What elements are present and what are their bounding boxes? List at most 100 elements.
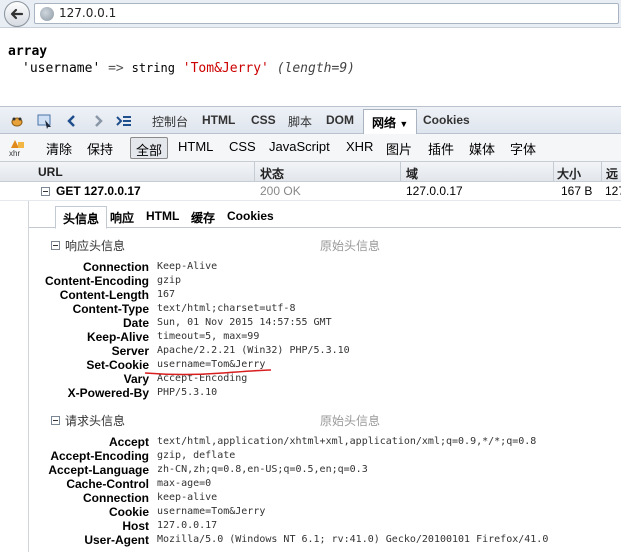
request-headers-title: 请求头信息 (65, 414, 126, 428)
chevron-right-icon[interactable] (90, 113, 106, 129)
chevron-down-icon: ▼ (399, 119, 409, 129)
filter-media-button[interactable]: 媒体 (469, 139, 495, 158)
request-row[interactable]: GET 127.0.0.17 200 OK 127.0.0.17 167 B 1… (0, 182, 621, 201)
header-value: Apache/2.2.21 (Win32) PHP/5.3.10 (157, 345, 350, 356)
header-name: X-Powered-By (67, 386, 149, 400)
header-row: Keep-Alive timeout=5, max=99 (29, 330, 621, 344)
header-row: Date Sun, 01 Nov 2015 14:57:55 GMT (29, 316, 621, 330)
header-value: keep-alive (157, 492, 218, 503)
header-row: Cookie username=Tom&Jerry (29, 505, 621, 519)
subtab-headers[interactable]: 头信息 (55, 206, 108, 229)
header-value: 167 (157, 289, 176, 300)
header-row: Host 127.0.0.17 (29, 519, 621, 533)
back-arrow-icon (10, 8, 24, 20)
header-value: max-age=0 (157, 478, 212, 489)
header-name: Cache-Control (66, 477, 149, 491)
header-row: Accept text/html,application/xhtml+xml,ap… (29, 435, 621, 449)
tab-cookies[interactable]: Cookies (423, 113, 470, 127)
dump-length: (length=9) (276, 61, 355, 76)
header-row: Vary Accept-Encoding (29, 372, 621, 386)
firebug-main-toolbar: 控制台 HTML CSS 脚本 DOM 网络 ▼ Cookies (0, 106, 621, 135)
request-status: 200 OK (260, 184, 301, 198)
header-row: Connection Keep-Alive (29, 260, 621, 274)
tab-html[interactable]: HTML (202, 113, 235, 127)
tab-net[interactable]: 网络 ▼ (363, 109, 418, 135)
column-divider (254, 162, 255, 182)
filter-js-button[interactable]: JavaScript (269, 139, 330, 154)
response-headers-toggle-icon[interactable] (51, 241, 60, 250)
globe-icon (40, 7, 54, 21)
clear-button[interactable]: 清除 (46, 139, 72, 158)
response-raw-headers-link[interactable]: 原始头信息 (320, 237, 380, 254)
dump-arrow: => (108, 61, 124, 76)
header-name: Content-Length (59, 288, 149, 302)
column-url[interactable]: URL (38, 165, 63, 179)
column-divider (553, 162, 554, 182)
dump-value: 'Tom&Jerry' (182, 61, 269, 76)
header-value: Mozilla/5.0 (Windows NT 6.1; rv:41.0) Ge… (157, 534, 549, 545)
subtab-html[interactable]: HTML (146, 209, 179, 223)
column-divider (601, 162, 602, 182)
detail-subtabs: 头信息 响应 HTML 缓存 Cookies (29, 206, 621, 229)
filter-images-button[interactable]: 图片 (386, 139, 412, 158)
filter-html-button[interactable]: HTML (178, 139, 213, 154)
xhr-icon-label: xhr (9, 149, 21, 158)
back-button[interactable] (4, 1, 30, 27)
header-name: Server (111, 344, 149, 358)
header-value: gzip (157, 275, 182, 286)
header-value: username=Tom&Jerry (157, 506, 266, 517)
request-url: GET 127.0.0.17 (56, 184, 141, 198)
header-row: X-Powered-By PHP/5.3.10 (29, 386, 621, 400)
header-value: Sun, 01 Nov 2015 14:57:55 GMT (157, 317, 332, 328)
header-name: Content-Type (72, 302, 149, 316)
tab-net-label: 网络 (372, 116, 397, 130)
inspect-icon[interactable] (37, 113, 53, 129)
header-name: User-Agent (84, 533, 149, 547)
filter-fonts-button[interactable]: 字体 (510, 139, 536, 158)
tab-console[interactable]: 控制台 (152, 113, 188, 130)
column-status[interactable]: 状态 (260, 165, 284, 182)
request-headers-toggle-icon[interactable] (51, 416, 60, 425)
request-domain: 127.0.0.17 (406, 184, 463, 198)
tab-dom[interactable]: DOM (326, 113, 354, 127)
filter-css-button[interactable]: CSS (229, 139, 256, 154)
header-name: Host (122, 519, 149, 533)
tab-script[interactable]: 脚本 (288, 113, 312, 130)
filter-all-button[interactable]: 全部 (130, 137, 168, 159)
header-row: Content-Length 167 (29, 288, 621, 302)
filter-xhr-button[interactable]: XHR (346, 139, 373, 154)
subtab-cookies[interactable]: Cookies (227, 209, 274, 223)
xhr-breakpoint-icon[interactable]: xhr (9, 138, 25, 158)
header-name: Accept (108, 435, 149, 449)
header-value: gzip, deflate (157, 450, 236, 461)
subtab-headers-label: 头信息 (63, 212, 100, 226)
header-value: Keep-Alive (157, 261, 218, 272)
header-value: text/html,application/xhtml+xml,applicat… (157, 436, 537, 447)
subtab-cache[interactable]: 缓存 (191, 209, 215, 226)
header-row: Content-Type text/html;charset=utf-8 (29, 302, 621, 316)
header-row: Content-Encoding gzip (29, 274, 621, 288)
column-divider (400, 162, 401, 182)
header-row: User-Agent Mozilla/5.0 (Windows NT 6.1; r… (29, 533, 621, 547)
command-line-icon[interactable] (116, 113, 132, 129)
request-raw-headers-link[interactable]: 原始头信息 (320, 412, 380, 429)
chevron-left-icon[interactable] (64, 113, 80, 129)
request-size: 167 B (561, 184, 593, 198)
firebug-icon[interactable] (9, 113, 25, 129)
url-text: 127.0.0.1 (59, 6, 117, 20)
request-remote: 127 (605, 184, 621, 198)
filter-plugins-button[interactable]: 插件 (428, 139, 454, 158)
header-name: Set-Cookie (86, 358, 149, 372)
page-content: array 'username' => string 'Tom&Jerry' (… (8, 43, 355, 77)
collapse-toggle-icon[interactable] (41, 187, 50, 196)
header-value: zh-CN,zh;q=0.8,en-US;q=0.5,en;q=0.3 (157, 464, 368, 475)
persist-button[interactable]: 保持 (87, 139, 113, 158)
header-value: text/html;charset=utf-8 (157, 303, 296, 314)
column-domain[interactable]: 域 (406, 165, 418, 182)
subtab-response[interactable]: 响应 (110, 209, 134, 226)
tab-css[interactable]: CSS (251, 113, 276, 127)
red-annotation-underline (144, 369, 272, 376)
column-size[interactable]: 大小 (557, 165, 581, 182)
url-input[interactable]: 127.0.0.1 (34, 3, 619, 24)
request-detail-panel: 头信息 响应 HTML 缓存 Cookies 响应头信息 原始头信息 Conne… (28, 201, 621, 552)
